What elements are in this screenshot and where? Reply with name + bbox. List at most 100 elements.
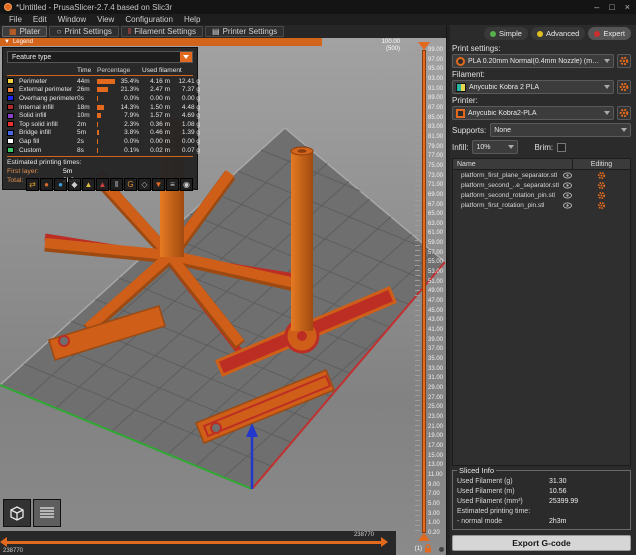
feature-time: 18m [77,104,97,111]
retractions-icon[interactable]: ● [40,178,53,191]
sliced-info-row: Used Filament (mm³) 25399.99 [457,496,626,506]
menu-item[interactable]: Edit [28,15,52,24]
move-slider-right-handle[interactable] [381,537,388,547]
sliced-info-row: Estimated printing time: [457,506,626,516]
feature-time: 10m [77,112,97,119]
travel-icon[interactable]: ⇄ [26,178,39,191]
shells-icon[interactable]: ◇ [138,178,151,191]
filament-select[interactable]: Anycubic Kobra 2 PLA [452,80,614,94]
object-name: platform_second_..e_separator.stl [453,182,563,189]
ruler-tick-label: 71.00 [428,182,445,188]
sliced-info-value: 31.30 [549,478,567,485]
menu-item[interactable]: File [4,15,27,24]
window-controls: – □ × [594,0,630,14]
sliced-info-row: Used Filament (m) 10.56 [457,486,626,496]
legend-row: Solid infill 10m 7.9% 1.57 m 4.69 g [7,111,193,120]
editor-view-cube-icon[interactable] [3,499,31,527]
legend-row: Overhang perimeter 0s 0.0% 0.00 m 0.00 g [7,94,193,103]
feature-weight: 0.00 g [170,138,200,145]
dropdown-arrow-icon[interactable] [180,52,192,62]
export-gcode-button[interactable]: Export G-code [452,535,631,551]
tab-printer-settings[interactable]: ▤ Printer Settings [205,26,284,37]
edit-gear-icon[interactable] [597,171,606,180]
tab-icon: ‖ [128,28,131,36]
minimize-button[interactable]: – [594,0,599,14]
preview-layers-icon[interactable] [33,499,61,527]
ruler-tick-label: 51.00 [428,279,445,285]
feature-bar [97,148,118,153]
object-row[interactable]: platform_second_rotation_pin.stl [453,190,630,200]
menu-item[interactable]: Help [179,15,205,24]
tab-icon: ▤ [212,28,220,36]
edit-gear-icon[interactable] [597,191,606,200]
menu-item[interactable]: View [92,15,119,24]
tab-filament-settings[interactable]: ‖ Filament Settings [121,26,203,37]
mode-advanced[interactable]: Advanced [531,27,585,40]
tab-print-settings[interactable]: ○ Print Settings [49,26,118,37]
tab-plater[interactable]: ▦ Plater [2,26,47,37]
move-slider-left-handle[interactable] [0,537,7,547]
eye-icon[interactable] [563,172,572,179]
color-changes-icon[interactable]: ▲ [96,178,109,191]
brim-checkbox[interactable] [557,143,566,152]
slider-settings-icon[interactable] [438,546,445,553]
printer-gear-button[interactable] [617,106,631,120]
ruler-tick-label: 61.00 [428,230,445,236]
feature-weight: 0.07 g [170,147,200,154]
feature-color-chip [7,104,14,110]
ruler-tick-label: 17.00 [428,443,445,449]
feature-bar [97,87,118,92]
ruler-tick-label: 85.00 [428,115,445,121]
deretractions-icon[interactable]: ● [54,178,67,191]
maximize-button[interactable]: □ [609,0,614,14]
menu-item[interactable]: Window [53,15,91,24]
lock-icon[interactable] [424,544,432,553]
legend-toggle-icon[interactable]: ≡ [166,178,179,191]
eye-icon[interactable] [563,192,572,199]
feature-color-chip [7,95,14,101]
menu-item[interactable]: Configuration [120,15,178,24]
ruler-tick-label: 89.00 [428,95,445,101]
estimated-time-icon[interactable]: ◉ [180,178,193,191]
sliced-info-value: 25399.99 [549,498,578,505]
layer-slider-bar[interactable] [422,50,426,533]
object-row[interactable]: platform_second_..e_separator.stl [453,180,630,190]
sidebar-scrollbar[interactable] [447,25,450,555]
tool-changes-icon[interactable]: ▲ [82,178,95,191]
ruler-tick-label: 79.00 [428,144,445,150]
custom-gcodes-icon[interactable]: G [124,178,137,191]
3d-viewport[interactable]: ▼ Legend Feature type Time Percentage Us… [0,38,446,555]
feature-color-chip [7,78,14,84]
chevron-down-icon [604,85,610,89]
object-row[interactable]: platform_first_plane_separator.stl [453,170,630,180]
object-row[interactable]: platform_first_rotation_pin.stl [453,200,630,210]
infill-select[interactable]: 10% [472,140,518,154]
mode-simple[interactable]: Simple [484,27,528,40]
supports-select[interactable]: None [490,123,631,137]
legend-row: Gap fill 2s 0.0% 0.00 m 0.00 g [7,137,193,146]
ruler-tick-label: 0.20 [428,530,445,536]
ruler-tick-label: 69.00 [428,192,445,198]
legend-header-strip[interactable]: ▼ Legend [0,38,322,46]
feature-length: 1.50 m [142,104,170,111]
print-settings-select[interactable]: PLA 0.20mm Normal(0.4mm Nozzle) (modifie… [452,54,614,68]
eye-icon[interactable] [563,182,572,189]
edit-gear-icon[interactable] [597,201,606,210]
tool-marker-icon[interactable]: ▼ [152,178,165,191]
edit-gear-icon[interactable] [597,181,606,190]
printer-select[interactable]: Anycubic Kobra2-PLA [452,106,614,120]
mode-expert[interactable]: Expert [588,27,631,40]
legend-row: External perimeter 26m 21.3% 2.47 m 7.37… [7,86,193,95]
ruler-tick-label: 97.00 [428,57,445,63]
feature-percentage: 0.1% [118,147,142,154]
ruler-tick-label: 7.00 [428,491,445,497]
move-slider[interactable] [4,541,382,544]
filament-gear-button[interactable] [617,80,631,94]
seams-icon[interactable]: ◆ [68,178,81,191]
pause-prints-icon[interactable]: ‖ [110,178,123,191]
view-type-select[interactable]: Feature type [7,51,193,63]
print-settings-gear-button[interactable] [617,54,631,68]
feature-bar-fill [97,113,101,118]
close-button[interactable]: × [625,0,630,14]
eye-icon[interactable] [563,202,572,209]
